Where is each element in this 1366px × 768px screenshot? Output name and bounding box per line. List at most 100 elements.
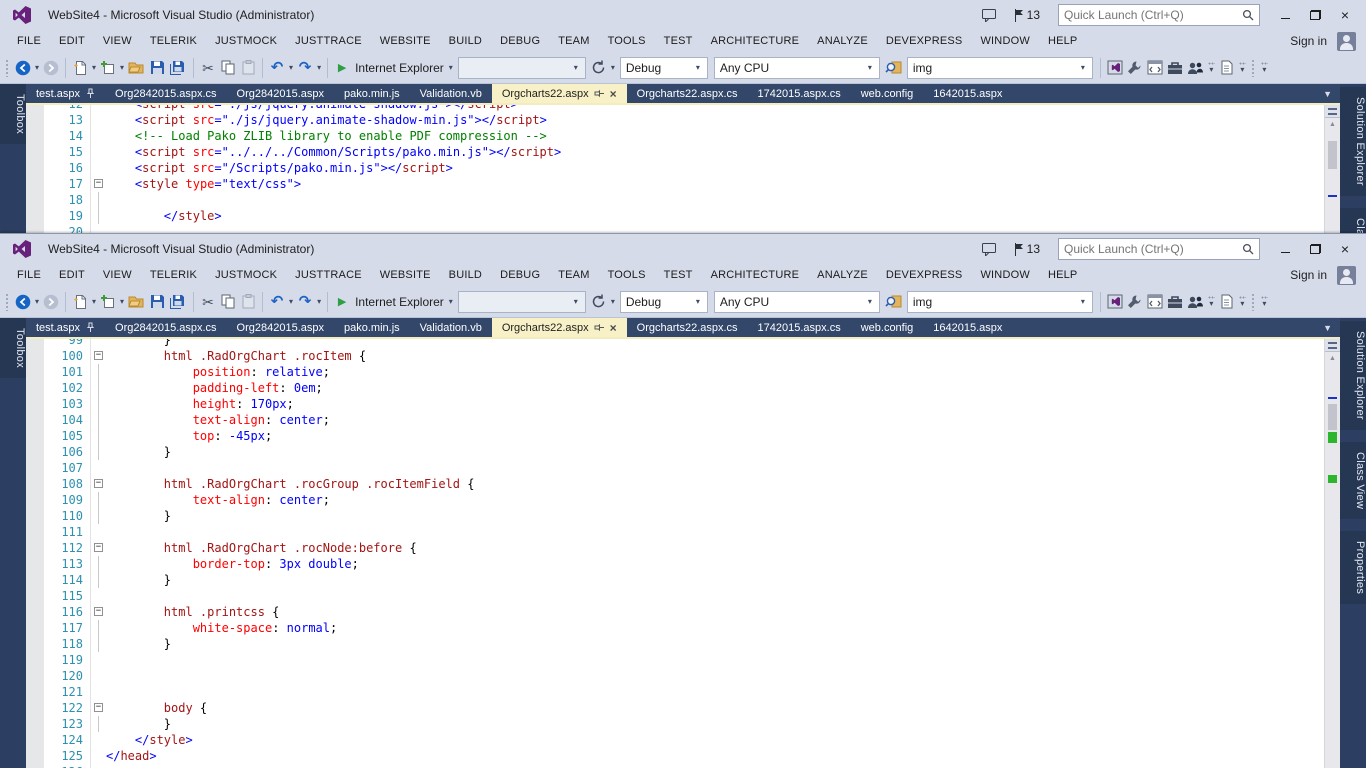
menu-build[interactable]: BUILD <box>440 31 491 51</box>
refresh-dropdown[interactable]: ▾ <box>609 63 617 72</box>
user-avatar-icon[interactable] <box>1337 265 1356 285</box>
refresh-dropdown[interactable]: ▾ <box>609 297 617 306</box>
browser-target-label[interactable]: Internet Explorer <box>352 61 447 75</box>
quick-launch-box[interactable] <box>1058 238 1260 260</box>
collapse-region-icon[interactable]: − <box>94 479 103 488</box>
menu-architecture[interactable]: ARCHITECTURE <box>702 265 809 285</box>
close-button[interactable]: × <box>1330 238 1360 260</box>
save-button[interactable] <box>147 290 167 314</box>
menu-justtrace[interactable]: JUSTTRACE <box>286 31 371 51</box>
menu-telerik[interactable]: TELERIK <box>141 31 206 51</box>
pin-icon[interactable] <box>594 89 605 98</box>
toolbox-toolbar-icon[interactable] <box>1165 290 1185 314</box>
doc-tab-org2842015.aspx.cs[interactable]: Org2842015.aspx.cs <box>105 84 227 103</box>
menu-website[interactable]: WEBSITE <box>371 265 440 285</box>
solution-configuration-combo[interactable]: Debug ▾ <box>619 290 708 313</box>
toolbar-overflow-1[interactable]: ▾ <box>1206 291 1217 313</box>
redo-dropdown[interactable]: ▾ <box>315 63 323 72</box>
feedback-icon[interactable] <box>973 242 1006 256</box>
panel-tab-class-view[interactable]: Class View <box>1340 441 1366 520</box>
notifications-flag[interactable]: 13 <box>1006 8 1048 22</box>
menu-analyze[interactable]: ANALYZE <box>808 31 877 51</box>
browser-link-combo[interactable]: ▾ <box>457 56 586 79</box>
menu-telerik[interactable]: TELERIK <box>141 265 206 285</box>
doc-tab-org2842015.aspx.cs[interactable]: Org2842015.aspx.cs <box>105 318 227 337</box>
find-in-files-icon[interactable] <box>883 290 904 314</box>
redo-button[interactable]: ↷ <box>295 56 315 80</box>
paste-button[interactable] <box>238 56 258 80</box>
pin-icon[interactable] <box>86 88 95 99</box>
vertical-scrollbar[interactable]: ▲ <box>1324 105 1340 233</box>
undo-dropdown[interactable]: ▾ <box>287 63 295 72</box>
menu-window[interactable]: WINDOW <box>971 31 1038 51</box>
menu-devexpress[interactable]: DEVEXPRESS <box>877 265 972 285</box>
close-tab-icon[interactable]: × <box>610 322 617 334</box>
panel-tab-solution-explorer[interactable]: Solution Explorer <box>1340 321 1366 430</box>
doc-tab-pako.min.js[interactable]: pako.min.js <box>334 84 410 103</box>
doc-tab-orgcharts22.aspx.cs[interactable]: Orgcharts22.aspx.cs <box>627 84 748 103</box>
collapse-region-icon[interactable]: − <box>94 179 103 188</box>
navigate-back-button[interactable] <box>13 290 33 314</box>
new-file-dropdown[interactable]: ▾ <box>90 297 98 306</box>
toolbar-grip-2[interactable] <box>1250 58 1256 77</box>
outline-margin[interactable]: − <box>90 540 106 556</box>
add-item-button[interactable] <box>98 56 118 80</box>
panel-tab-class-view[interactable]: Class View <box>1340 207 1366 233</box>
tab-list-dropdown-icon[interactable]: ▼ <box>1315 318 1340 337</box>
new-file-button[interactable] <box>70 290 90 314</box>
browser-link-combo[interactable]: ▾ <box>457 290 586 313</box>
outline-margin[interactable]: − <box>90 476 106 492</box>
pin-icon[interactable] <box>86 322 95 333</box>
navigate-back-dropdown[interactable]: ▾ <box>33 63 41 72</box>
browser-target-dropdown[interactable]: ▾ <box>447 63 455 72</box>
quick-launch-input[interactable] <box>1064 242 1242 256</box>
scroll-up-arrow[interactable]: ▲ <box>1325 118 1340 131</box>
save-button[interactable] <box>147 56 167 80</box>
panel-tab-solution-explorer[interactable]: Solution Explorer <box>1340 87 1366 196</box>
solution-platform-combo[interactable]: Any CPU ▾ <box>713 290 880 313</box>
doc-tab-pako.min.js[interactable]: pako.min.js <box>334 318 410 337</box>
team-explorer-icon[interactable] <box>1185 56 1206 80</box>
solution-platform-combo[interactable]: Any CPU ▾ <box>713 56 880 79</box>
code-editor[interactable]: 99 } 100− html .RadOrgChart .rocItem {101… <box>26 339 1324 768</box>
doc-tab-validation.vb[interactable]: Validation.vb <box>410 318 492 337</box>
paste-button[interactable] <box>238 290 258 314</box>
collapse-region-icon[interactable]: − <box>94 351 103 360</box>
tab-list-dropdown-icon[interactable]: ▼ <box>1315 84 1340 103</box>
toolbox-toolbar-icon[interactable] <box>1165 56 1185 80</box>
refresh-button[interactable] <box>589 56 609 80</box>
toolbar-overflow-3[interactable]: ▾ <box>1259 57 1270 79</box>
doc-tab-1742015.aspx.cs[interactable]: 1742015.aspx.cs <box>748 84 851 103</box>
menu-team[interactable]: TEAM <box>549 265 598 285</box>
minimize-button[interactable] <box>1270 238 1300 260</box>
doc-tab-org2842015.aspx[interactable]: Org2842015.aspx <box>227 84 334 103</box>
restore-button[interactable] <box>1300 4 1330 26</box>
navigate-back-button[interactable] <box>13 56 33 80</box>
save-all-button[interactable] <box>167 290 189 314</box>
undo-button[interactable]: ↶ <box>267 290 287 314</box>
cut-button[interactable]: ✂ <box>198 290 218 314</box>
menu-help[interactable]: HELP <box>1039 265 1087 285</box>
pin-icon[interactable] <box>594 323 605 332</box>
start-debug-icon[interactable]: ▶ <box>332 290 352 314</box>
copy-button[interactable] <box>218 290 238 314</box>
menu-test[interactable]: TEST <box>655 265 702 285</box>
menu-justmock[interactable]: JUSTMOCK <box>206 265 286 285</box>
close-button[interactable]: × <box>1330 4 1360 26</box>
sign-in-link[interactable]: Sign in <box>1280 34 1337 48</box>
undo-dropdown[interactable]: ▾ <box>287 297 295 306</box>
toolbar-grip-2[interactable] <box>1250 292 1256 311</box>
restore-button[interactable] <box>1300 238 1330 260</box>
properties-window-icon[interactable] <box>1125 290 1145 314</box>
quick-launch-input[interactable] <box>1064 8 1242 22</box>
menu-view[interactable]: VIEW <box>94 265 141 285</box>
menu-team[interactable]: TEAM <box>549 31 598 51</box>
sign-in-link[interactable]: Sign in <box>1280 268 1337 282</box>
find-in-files-icon[interactable] <box>883 56 904 80</box>
navigate-forward-button[interactable] <box>41 56 61 80</box>
browser-target-label[interactable]: Internet Explorer <box>352 295 447 309</box>
find-combo[interactable]: img ▾ <box>906 290 1093 313</box>
toolbar-overflow-3[interactable]: ▾ <box>1259 291 1270 313</box>
menu-test[interactable]: TEST <box>655 31 702 51</box>
panel-tab-toolbox[interactable]: Toolbox <box>0 318 26 379</box>
